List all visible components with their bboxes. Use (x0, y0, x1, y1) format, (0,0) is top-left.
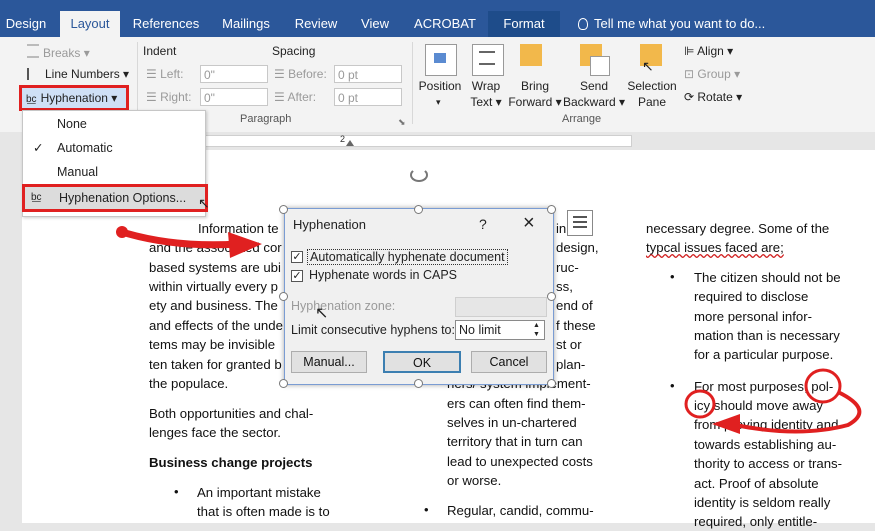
annotation-circle (684, 389, 716, 419)
annotation-curve (734, 390, 862, 434)
annotation-circle (804, 368, 842, 404)
annotation-dot (116, 226, 128, 238)
annotation-layer (116, 226, 862, 434)
annotation-arrow (118, 228, 242, 249)
annotation-arrowhead (228, 232, 262, 258)
annotation-arrowhead (712, 414, 740, 434)
